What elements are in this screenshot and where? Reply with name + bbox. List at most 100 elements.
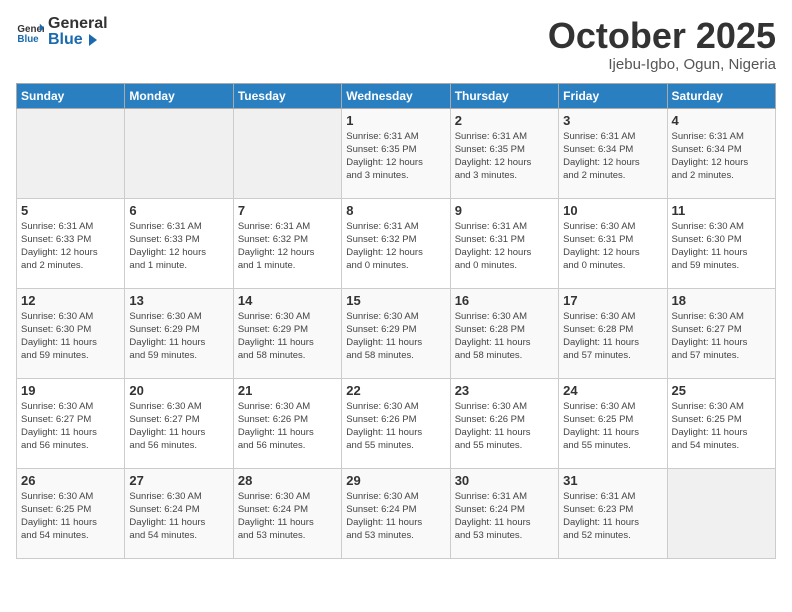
logo-icon: General Blue [16, 18, 44, 46]
day-info: Sunrise: 6:30 AM Sunset: 6:25 PM Dayligh… [672, 400, 771, 453]
day-number: 11 [672, 203, 771, 218]
day-info: Sunrise: 6:31 AM Sunset: 6:32 PM Dayligh… [238, 220, 337, 273]
calendar-cell: 23Sunrise: 6:30 AM Sunset: 6:26 PM Dayli… [450, 378, 558, 468]
day-info: Sunrise: 6:30 AM Sunset: 6:31 PM Dayligh… [563, 220, 662, 273]
day-number: 6 [129, 203, 228, 218]
calendar-cell: 22 Sunrise: 6:30 AM Sunset: 6:26 PM Dayli… [342, 378, 450, 468]
day-info: Sunrise: 6:31 AM Sunset: 6:34 PM Dayligh… [672, 130, 771, 183]
day-number: 20 [129, 383, 228, 398]
calendar-cell: 14Sunrise: 6:30 AM Sunset: 6:29 PM Dayli… [233, 288, 341, 378]
calendar-cell [667, 468, 775, 558]
logo-general-text: General [48, 16, 108, 32]
day-number: 29 [346, 473, 445, 488]
calendar-cell: 25 Sunrise: 6:30 AM Sunset: 6:25 PM Dayli… [667, 378, 775, 468]
day-info: Sunrise: 6:30 AM Sunset: 6:25 PM Dayligh… [563, 400, 662, 453]
weekday-header: Friday [559, 83, 667, 108]
calendar-cell: 24Sunrise: 6:30 AM Sunset: 6:25 PM Dayli… [559, 378, 667, 468]
calendar-cell: 19 Sunrise: 6:30 AM Sunset: 6:27 PM Dayli… [17, 378, 125, 468]
calendar-cell: 11 Sunrise: 6:30 AM Sunset: 6:30 PM Dayli… [667, 198, 775, 288]
day-info: Sunrise: 6:30 AM Sunset: 6:27 PM Dayligh… [672, 310, 771, 363]
month-title: October 2025 [548, 16, 776, 56]
weekday-header: Saturday [667, 83, 775, 108]
calendar-cell: 4 Sunrise: 6:31 AM Sunset: 6:34 PM Daylig… [667, 108, 775, 198]
weekday-header: Tuesday [233, 83, 341, 108]
day-info: Sunrise: 6:30 AM Sunset: 6:29 PM Dayligh… [129, 310, 228, 363]
day-number: 23 [455, 383, 554, 398]
calendar-week-row: 12Sunrise: 6:30 AM Sunset: 6:30 PM Dayli… [17, 288, 776, 378]
day-number: 2 [455, 113, 554, 128]
calendar-week-row: 19 Sunrise: 6:30 AM Sunset: 6:27 PM Dayli… [17, 378, 776, 468]
calendar-cell [233, 108, 341, 198]
calendar-week-row: 5Sunrise: 6:31 AM Sunset: 6:33 PM Daylig… [17, 198, 776, 288]
day-number: 28 [238, 473, 337, 488]
calendar-cell: 28 Sunrise: 6:30 AM Sunset: 6:24 PM Dayli… [233, 468, 341, 558]
day-info: Sunrise: 6:31 AM Sunset: 6:31 PM Dayligh… [455, 220, 554, 273]
day-info: Sunrise: 6:31 AM Sunset: 6:35 PM Dayligh… [346, 130, 445, 183]
day-info: Sunrise: 6:31 AM Sunset: 6:24 PM Dayligh… [455, 490, 554, 543]
day-number: 17 [563, 293, 662, 308]
calendar-cell: 18 Sunrise: 6:30 AM Sunset: 6:27 PM Dayli… [667, 288, 775, 378]
day-number: 26 [21, 473, 120, 488]
calendar-cell: 13 Sunrise: 6:30 AM Sunset: 6:29 PM Dayli… [125, 288, 233, 378]
page-header: General Blue General Blue October 2025 I… [16, 16, 776, 73]
calendar-cell: 2 Sunrise: 6:31 AM Sunset: 6:35 PM Daylig… [450, 108, 558, 198]
calendar-cell: 21 Sunrise: 6:30 AM Sunset: 6:26 PM Dayli… [233, 378, 341, 468]
day-number: 25 [672, 383, 771, 398]
day-number: 13 [129, 293, 228, 308]
day-number: 9 [455, 203, 554, 218]
day-info: Sunrise: 6:30 AM Sunset: 6:26 PM Dayligh… [238, 400, 337, 453]
day-number: 21 [238, 383, 337, 398]
day-number: 30 [455, 473, 554, 488]
day-info: Sunrise: 6:31 AM Sunset: 6:32 PM Dayligh… [346, 220, 445, 273]
calendar-cell [17, 108, 125, 198]
calendar-cell: 5Sunrise: 6:31 AM Sunset: 6:33 PM Daylig… [17, 198, 125, 288]
calendar-week-row: 1 Sunrise: 6:31 AM Sunset: 6:35 PM Daylig… [17, 108, 776, 198]
day-number: 16 [455, 293, 554, 308]
calendar-cell: 6 Sunrise: 6:31 AM Sunset: 6:33 PM Daylig… [125, 198, 233, 288]
day-number: 3 [563, 113, 662, 128]
day-number: 1 [346, 113, 445, 128]
day-number: 14 [238, 293, 337, 308]
day-number: 22 [346, 383, 445, 398]
day-info: Sunrise: 6:30 AM Sunset: 6:24 PM Dayligh… [346, 490, 445, 543]
day-number: 19 [21, 383, 120, 398]
calendar-cell: 17Sunrise: 6:30 AM Sunset: 6:28 PM Dayli… [559, 288, 667, 378]
day-info: Sunrise: 6:30 AM Sunset: 6:26 PM Dayligh… [346, 400, 445, 453]
day-number: 18 [672, 293, 771, 308]
logo: General Blue General Blue [16, 16, 108, 48]
day-number: 15 [346, 293, 445, 308]
calendar-week-row: 26 Sunrise: 6:30 AM Sunset: 6:25 PM Dayli… [17, 468, 776, 558]
calendar-table: SundayMondayTuesdayWednesdayThursdayFrid… [16, 83, 776, 559]
day-info: Sunrise: 6:30 AM Sunset: 6:27 PM Dayligh… [129, 400, 228, 453]
day-info: Sunrise: 6:30 AM Sunset: 6:29 PM Dayligh… [346, 310, 445, 363]
weekday-header: Sunday [17, 83, 125, 108]
calendar-cell: 8 Sunrise: 6:31 AM Sunset: 6:32 PM Daylig… [342, 198, 450, 288]
calendar-cell: 3Sunrise: 6:31 AM Sunset: 6:34 PM Daylig… [559, 108, 667, 198]
calendar-cell: 20 Sunrise: 6:30 AM Sunset: 6:27 PM Dayli… [125, 378, 233, 468]
logo-blue-text: Blue [48, 32, 108, 48]
calendar-cell: 10Sunrise: 6:30 AM Sunset: 6:31 PM Dayli… [559, 198, 667, 288]
day-info: Sunrise: 6:30 AM Sunset: 6:24 PM Dayligh… [238, 490, 337, 543]
day-info: Sunrise: 6:31 AM Sunset: 6:33 PM Dayligh… [21, 220, 120, 273]
weekday-header: Wednesday [342, 83, 450, 108]
calendar-cell: 27Sunrise: 6:30 AM Sunset: 6:24 PM Dayli… [125, 468, 233, 558]
weekday-header-row: SundayMondayTuesdayWednesdayThursdayFrid… [17, 83, 776, 108]
calendar-cell: 15 Sunrise: 6:30 AM Sunset: 6:29 PM Dayli… [342, 288, 450, 378]
day-info: Sunrise: 6:30 AM Sunset: 6:25 PM Dayligh… [21, 490, 120, 543]
day-number: 12 [21, 293, 120, 308]
calendar-cell: 31 Sunrise: 6:31 AM Sunset: 6:23 PM Dayli… [559, 468, 667, 558]
day-info: Sunrise: 6:31 AM Sunset: 6:23 PM Dayligh… [563, 490, 662, 543]
day-info: Sunrise: 6:31 AM Sunset: 6:33 PM Dayligh… [129, 220, 228, 273]
day-number: 4 [672, 113, 771, 128]
calendar-cell: 12Sunrise: 6:30 AM Sunset: 6:30 PM Dayli… [17, 288, 125, 378]
day-info: Sunrise: 6:30 AM Sunset: 6:27 PM Dayligh… [21, 400, 120, 453]
day-info: Sunrise: 6:30 AM Sunset: 6:24 PM Dayligh… [129, 490, 228, 543]
day-number: 31 [563, 473, 662, 488]
location-title: Ijebu-Igbo, Ogun, Nigeria [548, 56, 776, 73]
day-info: Sunrise: 6:30 AM Sunset: 6:30 PM Dayligh… [672, 220, 771, 273]
calendar-cell: 16Sunrise: 6:30 AM Sunset: 6:28 PM Dayli… [450, 288, 558, 378]
day-number: 7 [238, 203, 337, 218]
day-info: Sunrise: 6:31 AM Sunset: 6:35 PM Dayligh… [455, 130, 554, 183]
day-number: 8 [346, 203, 445, 218]
calendar-cell: 29 Sunrise: 6:30 AM Sunset: 6:24 PM Dayli… [342, 468, 450, 558]
